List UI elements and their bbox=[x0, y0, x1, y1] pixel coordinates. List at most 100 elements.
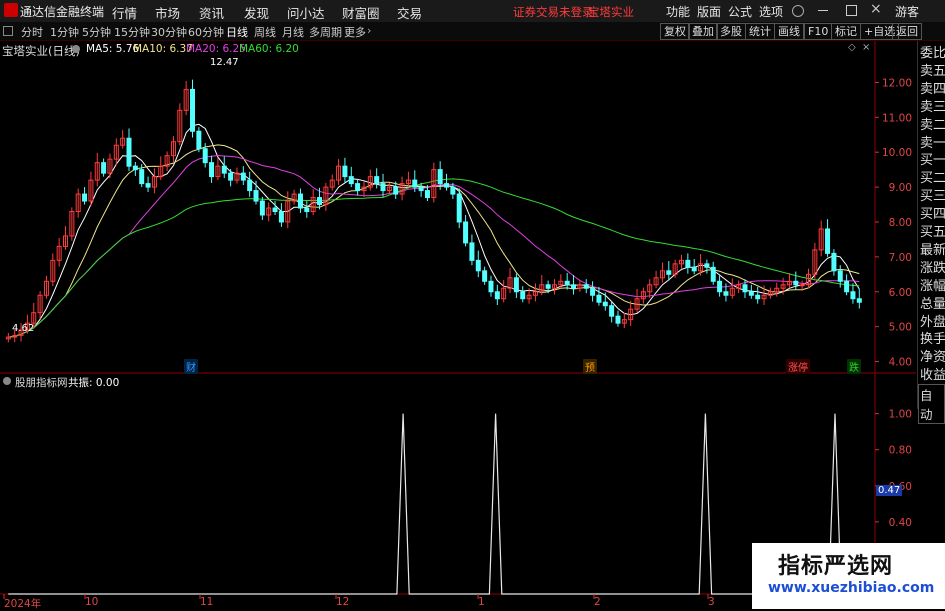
candle-body bbox=[793, 280, 799, 286]
event-marker-finance[interactable]: 财 bbox=[184, 359, 198, 374]
candle-body bbox=[82, 193, 88, 202]
candle-body bbox=[202, 148, 208, 164]
ma60-line bbox=[8, 178, 860, 338]
candle-body bbox=[723, 291, 729, 296]
y-tick-label-3: 7.00 bbox=[889, 252, 912, 264]
candle-body bbox=[456, 193, 462, 223]
candle-body bbox=[685, 259, 691, 268]
candle-body bbox=[513, 277, 519, 293]
candle-body bbox=[844, 280, 850, 293]
candle-body bbox=[412, 179, 418, 188]
candle-body bbox=[583, 284, 589, 289]
x-label-oct: 10 bbox=[85, 596, 99, 608]
side-item-8: 买三 bbox=[920, 189, 945, 205]
candle-body bbox=[831, 252, 837, 272]
sub-y-tick-label-3: 1.00 bbox=[889, 409, 912, 421]
candle-body bbox=[228, 172, 234, 181]
y-tick-label-8: 12.00 bbox=[882, 77, 912, 89]
candle-body bbox=[393, 186, 399, 195]
candle-body bbox=[856, 298, 862, 303]
side-item-18: 收益 bbox=[920, 368, 945, 384]
candle-body bbox=[755, 294, 761, 300]
candle-body bbox=[488, 280, 494, 293]
watermark-url: www.xuezhibiao.com bbox=[768, 580, 935, 596]
x-label-dec: 12 bbox=[336, 596, 350, 608]
candle-body bbox=[602, 301, 608, 307]
candle-body bbox=[304, 207, 310, 213]
candle-body bbox=[132, 165, 138, 171]
candle-body bbox=[437, 169, 443, 185]
candle-body bbox=[704, 263, 710, 268]
candle-body bbox=[520, 291, 526, 300]
candle-body bbox=[450, 186, 456, 195]
chart-canvas[interactable]: 4.005.006.007.008.009.0010.0011.0012.000… bbox=[0, 0, 945, 609]
candle-body bbox=[126, 137, 132, 167]
x-label-nov: 11 bbox=[200, 596, 214, 608]
candle-body bbox=[139, 169, 145, 185]
side-item-10: 买五 bbox=[920, 225, 945, 240]
candle-body bbox=[247, 179, 253, 192]
resonance-line bbox=[8, 413, 860, 595]
auto-toggle[interactable]: 自动 bbox=[918, 384, 945, 424]
candle-body bbox=[615, 315, 621, 324]
candle-body bbox=[297, 193, 303, 209]
watermark-title: 指标严选网 bbox=[778, 554, 894, 579]
candle-body bbox=[253, 190, 259, 202]
y-tick-label-2: 6.00 bbox=[889, 287, 912, 299]
candle-body bbox=[837, 270, 843, 282]
candle-body bbox=[748, 291, 754, 296]
candle-body bbox=[564, 280, 570, 286]
candle-body bbox=[825, 228, 831, 254]
candle-body bbox=[850, 291, 856, 300]
y-tick-label-5: 9.00 bbox=[889, 182, 912, 194]
candle-body bbox=[596, 294, 602, 303]
side-item-17: 净资 bbox=[920, 350, 945, 366]
y-tick-label-0: 4.00 bbox=[889, 357, 912, 369]
candle-body bbox=[348, 176, 354, 185]
low-price-label: 4.62 bbox=[12, 323, 35, 334]
candle-body bbox=[609, 305, 615, 317]
candle-body bbox=[691, 266, 697, 272]
sub-chart-value: 共振: 0.00 bbox=[68, 377, 120, 389]
candle-body bbox=[710, 266, 716, 282]
side-item-4: 卖二 bbox=[920, 117, 945, 133]
candle-body bbox=[190, 88, 196, 132]
candle-body bbox=[418, 186, 424, 192]
candle-body bbox=[196, 130, 202, 150]
candle-body bbox=[571, 284, 577, 289]
event-marker-limit-up[interactable]: 涨停 bbox=[786, 359, 810, 374]
candle-body bbox=[444, 183, 450, 188]
candle-body bbox=[259, 200, 265, 216]
candle-body bbox=[209, 162, 215, 178]
side-item-11: 最新 bbox=[920, 242, 945, 258]
side-item-9: 买四 bbox=[920, 207, 945, 223]
side-item-1: 卖五 bbox=[920, 63, 945, 79]
candle-body bbox=[317, 197, 323, 206]
candle-body bbox=[475, 259, 481, 272]
y-tick-label-1: 5.00 bbox=[889, 322, 912, 334]
candle-body bbox=[240, 172, 246, 181]
side-item-2: 卖四 bbox=[920, 81, 945, 97]
candle-body bbox=[221, 165, 227, 174]
candle-body bbox=[278, 211, 284, 223]
candle-body bbox=[145, 183, 151, 188]
event-marker-forecast[interactable]: 预 bbox=[583, 359, 597, 374]
sub-settings-circle-icon[interactable] bbox=[3, 377, 11, 385]
x-label-mar: 3 bbox=[708, 596, 715, 608]
candle-body bbox=[666, 270, 672, 275]
candle-body bbox=[380, 183, 386, 192]
x-label-jan: 1 bbox=[478, 596, 485, 608]
side-item-12: 涨跌 bbox=[920, 260, 945, 276]
candle-body bbox=[742, 284, 748, 293]
sub-y-tick-label-2: 0.80 bbox=[889, 445, 912, 457]
side-item-13: 涨幅 bbox=[920, 278, 945, 294]
side-item-6: 买一 bbox=[920, 153, 945, 169]
candle-body bbox=[374, 176, 380, 185]
x-label-feb: 2 bbox=[594, 596, 601, 608]
side-item-16: 换手 bbox=[920, 332, 945, 348]
candle-body bbox=[717, 280, 723, 293]
event-marker-drop[interactable]: 跌 bbox=[847, 359, 861, 374]
side-item-5: 卖一 bbox=[920, 135, 945, 151]
candle-body bbox=[469, 242, 475, 261]
quote-side-panel: 委比 卖五 卖四 卖三 卖二 卖一 买一 买二 买三 买四 买五 最新 涨跌 涨幅 总量 外盘 换手 净资 收益 bbox=[917, 41, 945, 409]
